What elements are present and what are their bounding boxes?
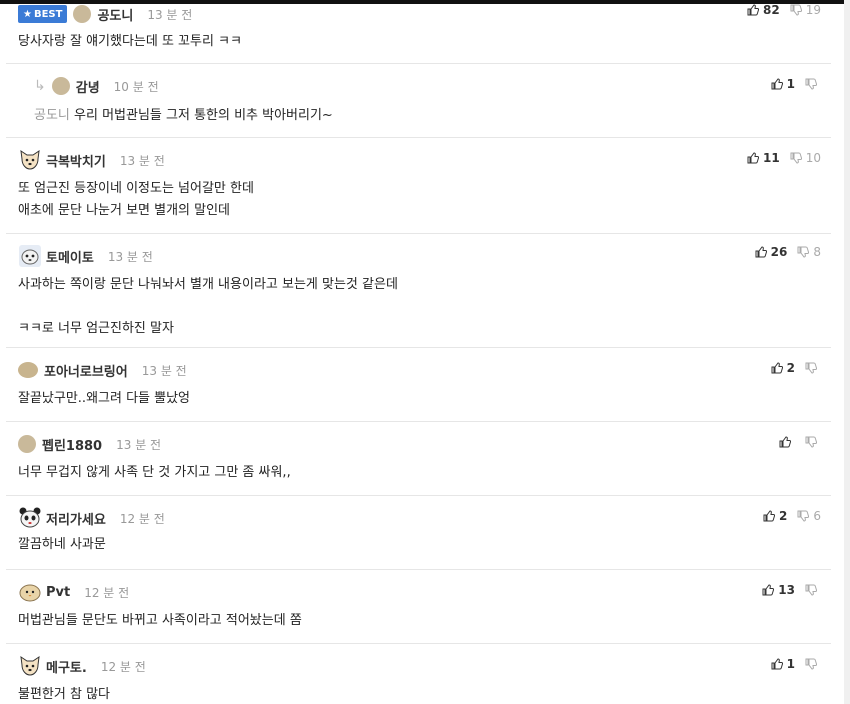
thumb-down-icon: [805, 584, 817, 596]
thumb-up-icon: [762, 584, 775, 596]
downvote-count: 19: [805, 3, 821, 17]
upvote-count: 26: [770, 245, 788, 259]
scrollbar-track[interactable]: [844, 0, 850, 704]
thumb-down-icon: [790, 152, 802, 164]
avatar[interactable]: [18, 362, 38, 378]
comment-nick[interactable]: 감녕: [76, 77, 100, 96]
comment-text: 너무 무겁지 않게 사족 단 것 가지고 그만 좀 싸워,,: [18, 465, 291, 480]
comment-nick[interactable]: 극복박치기: [46, 151, 106, 170]
comment-nick[interactable]: 포아너로브링어: [44, 361, 128, 380]
comment-text: 머법관님들 문단도 바뀌고 사족이라고 적어놨는데 쫌: [18, 613, 302, 628]
thumb-up-icon: [747, 152, 760, 164]
downvote-button[interactable]: 10: [790, 151, 821, 165]
thumb-up-icon: [747, 4, 760, 16]
upvote-button[interactable]: 11: [747, 151, 780, 165]
thumb-up-icon: [763, 510, 775, 522]
downvote-button[interactable]: [805, 78, 821, 90]
thumb-down-icon: [805, 658, 817, 670]
upvote-button[interactable]: 1: [771, 77, 795, 91]
best-badge: ★ BEST: [18, 5, 68, 23]
thumb-down-icon: [797, 510, 810, 522]
upvote-count: 13: [778, 583, 795, 597]
avatar[interactable]: [18, 435, 36, 453]
comment-time: 13 분 전: [147, 7, 193, 22]
comment-item: 저리가세요 12 분 전 2 6 깔끔하네 사과문: [6, 496, 831, 570]
upvote-button[interactable]: 82: [747, 3, 780, 17]
upvote-count: 1: [786, 77, 795, 91]
chick-avatar-icon[interactable]: [18, 580, 42, 604]
thumb-up-icon: [771, 362, 783, 374]
comment-nick[interactable]: 공도니: [97, 5, 133, 24]
comment-text: 사과하는 쪽이랑 문단 나눠놔서 별개 내용이라고 보는게 맞는것 같은데 ㅋㅋ…: [18, 277, 398, 336]
comment-text: 공도니 우리 머법관님들 그저 통한의 비추 박아버리기~: [34, 108, 333, 123]
comment-time: 12 분 전: [119, 511, 165, 526]
comment-nick[interactable]: 저리가세요: [46, 509, 106, 528]
thumb-up-icon: [779, 436, 791, 448]
downvote-button[interactable]: 6: [797, 509, 821, 523]
downvote-button[interactable]: [805, 362, 821, 374]
comment-item: 펩린1880 13 분 전 너무 무겁지 않게 사족 단 것 가지고 그만 좀 …: [6, 422, 831, 496]
comment-item: ★ BEST 공도니 13 분 전 82 19 당사자랑 잘 얘기했다는데 또 꼬…: [6, 0, 831, 64]
comment-nick[interactable]: 토메이토: [46, 247, 94, 266]
downvote-count: 10: [805, 151, 821, 165]
downvote-button[interactable]: [805, 658, 821, 670]
upvote-count: 2: [786, 361, 795, 375]
comment-item: Pvt 12 분 전 13 머법관님들 문단도 바뀌고 사족이라고 적어놨는데 …: [6, 570, 831, 644]
upvote-button[interactable]: 2: [763, 509, 787, 523]
comment-nick[interactable]: Pvt: [46, 585, 70, 600]
comment-text: 당사자랑 잘 얘기했다는데 또 꼬투리 ㅋㅋ: [18, 34, 242, 49]
upvote-button[interactable]: 26: [755, 245, 788, 259]
comment-item: 토메이토 13 분 전 26 8 사과하는 쪽이랑 문단 나눠놔서 별개 내용이…: [6, 234, 831, 348]
comment-nick[interactable]: 펩린1880: [42, 435, 102, 454]
thumb-down-icon: [805, 362, 817, 374]
comment-time: 13 분 전: [141, 363, 187, 378]
reply-item: ↳ 감녕 10 분 전 1 공도니 우리 머법관님들 그저 통한의 비추 박아버…: [6, 64, 831, 138]
comment-time: 13 분 전: [116, 437, 162, 452]
upvote-button[interactable]: 13: [762, 583, 795, 597]
dog-avatar-icon[interactable]: [18, 148, 42, 172]
upvote-count: 11: [763, 151, 780, 165]
avatar[interactable]: [73, 5, 92, 23]
downvote-count: 8: [813, 245, 821, 259]
thumb-up-icon: [771, 78, 783, 90]
thumb-down-icon: [805, 436, 817, 448]
upvote-button[interactable]: 2: [771, 361, 795, 375]
reply-arrow-icon: ↳: [34, 78, 46, 94]
comment-item: 메구토. 12 분 전 1 불편한거 참 많다: [6, 644, 831, 704]
comment-time: 10 분 전: [113, 79, 159, 94]
dog-avatar-icon[interactable]: [18, 654, 42, 678]
comment-nick[interactable]: 메구토.: [46, 657, 87, 676]
comment-time: 12 분 전: [84, 585, 130, 600]
thumb-down-icon: [805, 78, 817, 90]
downvote-count: 6: [813, 509, 821, 523]
comment-text: 잘끝났구만..왜그려 다들 뿔났엉: [18, 391, 191, 406]
upvote-button[interactable]: [779, 436, 795, 448]
star-icon: ★: [23, 8, 32, 20]
panda-avatar-icon[interactable]: [18, 506, 42, 530]
thumb-down-icon: [797, 246, 810, 258]
comment-item: 극복박치기 13 분 전 11 10 또 엄근진 등장이네 이정도는 넘어갈만 …: [6, 138, 831, 234]
comment-time: 12 분 전: [100, 659, 146, 674]
downvote-button[interactable]: 8: [797, 245, 821, 259]
thumb-up-icon: [755, 246, 767, 258]
downvote-button[interactable]: [805, 584, 821, 596]
animal-avatar-icon[interactable]: [18, 244, 42, 268]
downvote-button[interactable]: [805, 436, 821, 448]
comment-item: 포아너로브링어 13 분 전 2 잘끝났구만..왜그려 다들 뿔났엉: [6, 348, 831, 422]
comment-time: 13 분 전: [119, 153, 165, 168]
comment-text: 또 엄근진 등장이네 이정도는 넘어갈만 한데 애초에 문단 나눈거 보면 별개…: [18, 181, 254, 218]
thumb-down-icon: [790, 4, 802, 16]
avatar[interactable]: [51, 77, 70, 95]
upvote-count: 82: [763, 3, 780, 17]
downvote-button[interactable]: 19: [790, 3, 821, 17]
comment-time: 13 분 전: [107, 249, 153, 264]
upvote-count: 2: [779, 509, 788, 523]
upvote-count: 1: [786, 657, 795, 671]
mention-nick[interactable]: 공도니: [34, 108, 70, 123]
comment-text: 불편한거 참 많다: [18, 687, 110, 702]
upvote-button[interactable]: 1: [771, 657, 795, 671]
comment-text: 깔끔하네 사과문: [18, 537, 106, 552]
thumb-up-icon: [771, 658, 783, 670]
